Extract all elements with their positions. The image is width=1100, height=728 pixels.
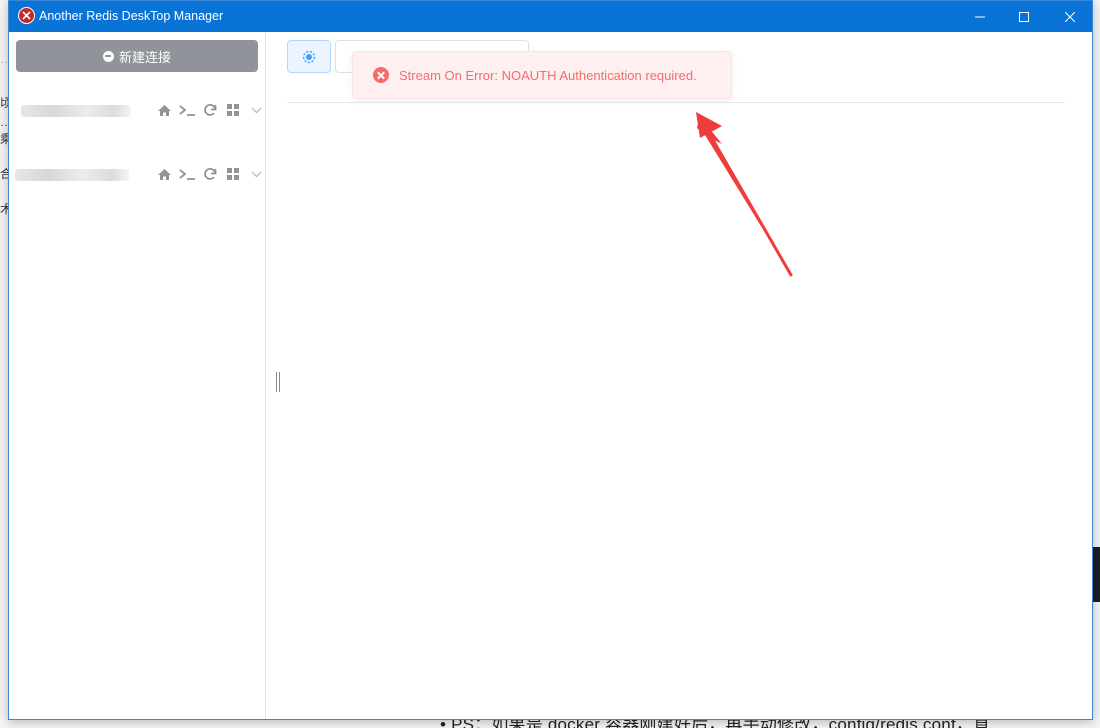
new-connection-button[interactable]: 新建连接 [16, 40, 258, 72]
error-message: Stream On Error: NOAUTH Authentication r… [399, 67, 697, 83]
close-button[interactable] [1047, 1, 1092, 32]
connection-name [15, 169, 129, 181]
maximize-button[interactable] [1001, 1, 1047, 32]
background-dark-panel [1092, 547, 1100, 602]
status-tab-button[interactable] [287, 40, 331, 73]
error-circle-icon [373, 67, 389, 83]
close-icon [1065, 11, 1075, 22]
home-icon[interactable] [155, 166, 173, 182]
redis-app-icon [18, 7, 35, 24]
error-toast: Stream On Error: NOAUTH Authentication r… [352, 51, 732, 99]
tab-divider [287, 102, 1065, 103]
chevron-down-icon[interactable] [247, 166, 265, 182]
minimize-button[interactable] [957, 1, 1003, 32]
chevron-down-icon[interactable] [247, 102, 265, 118]
maximize-icon [1019, 11, 1029, 22]
grid-icon[interactable] [224, 166, 242, 182]
connection-item[interactable] [9, 160, 266, 188]
window-title: Another Redis DeskTop Manager [39, 9, 224, 23]
grid-icon[interactable] [224, 102, 242, 118]
refresh-icon[interactable] [201, 102, 219, 118]
home-icon[interactable] [155, 102, 173, 118]
app-window: Another Redis DeskTop Manager 新建连接 [8, 0, 1093, 720]
status-icon [302, 50, 316, 63]
main-panel: 简体中文 [267, 32, 1092, 719]
new-connection-label: 新建连接 [118, 49, 171, 65]
refresh-icon[interactable] [201, 166, 219, 182]
sidebar: 新建连接 [9, 32, 266, 719]
minimize-icon [975, 16, 985, 17]
terminal-icon[interactable] [178, 102, 196, 118]
connection-name [21, 105, 131, 117]
title-bar[interactable]: Another Redis DeskTop Manager [9, 1, 1092, 32]
terminal-icon[interactable] [178, 166, 196, 182]
connection-item[interactable] [9, 96, 266, 124]
add-circle-icon [102, 50, 114, 62]
